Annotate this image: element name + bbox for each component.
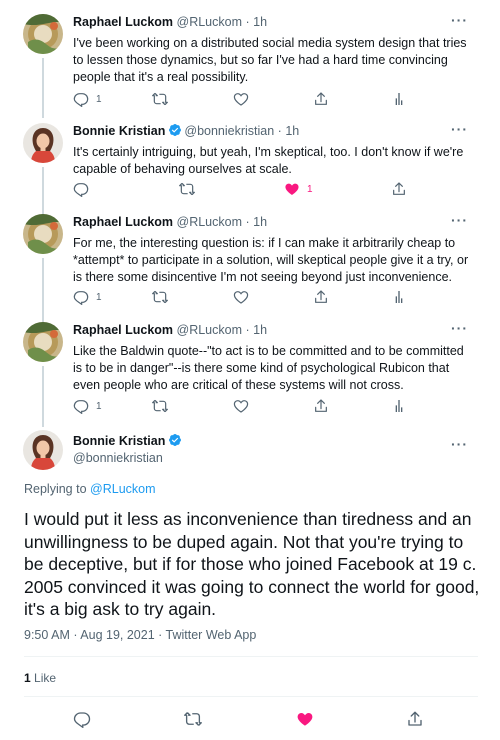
tweet-timestamp[interactable]: 9:50 AM · Aug 19, 2021 · Twitter Web App bbox=[24, 628, 256, 642]
more-icon[interactable]: ··· bbox=[451, 437, 468, 451]
tweet-text: I would put it less as inconvenience tha… bbox=[24, 509, 480, 619]
likes-count: 1 bbox=[24, 671, 31, 685]
share-icon bbox=[406, 710, 424, 728]
author-handle[interactable]: @bonniekristian bbox=[73, 450, 184, 466]
verified-badge-icon bbox=[168, 433, 182, 447]
heart-icon bbox=[296, 710, 314, 728]
likes-label: Like bbox=[34, 671, 57, 685]
replying-to: Replying to @RLuckom bbox=[24, 482, 156, 496]
replying-to-link[interactable]: @RLuckom bbox=[90, 482, 156, 496]
main-tweet: Bonnie Kristian @bonniekristian ··· Repl… bbox=[0, 0, 500, 740]
avatar[interactable] bbox=[23, 430, 63, 470]
reply-icon bbox=[73, 710, 91, 728]
divider bbox=[24, 656, 478, 657]
main-author: Bonnie Kristian @bonniekristian bbox=[73, 433, 184, 466]
author-name[interactable]: Bonnie Kristian bbox=[73, 434, 165, 448]
replying-to-label: Replying to bbox=[24, 482, 87, 496]
main-action-bar bbox=[24, 709, 478, 729]
like-button[interactable] bbox=[296, 709, 314, 729]
reply-button[interactable] bbox=[73, 709, 91, 729]
divider bbox=[24, 696, 478, 697]
retweet-icon bbox=[184, 710, 202, 728]
author-name-row: Bonnie Kristian bbox=[73, 433, 184, 449]
share-button[interactable] bbox=[406, 709, 424, 729]
likes-summary[interactable]: 1 Like bbox=[24, 671, 56, 685]
retweet-button[interactable] bbox=[184, 709, 202, 729]
